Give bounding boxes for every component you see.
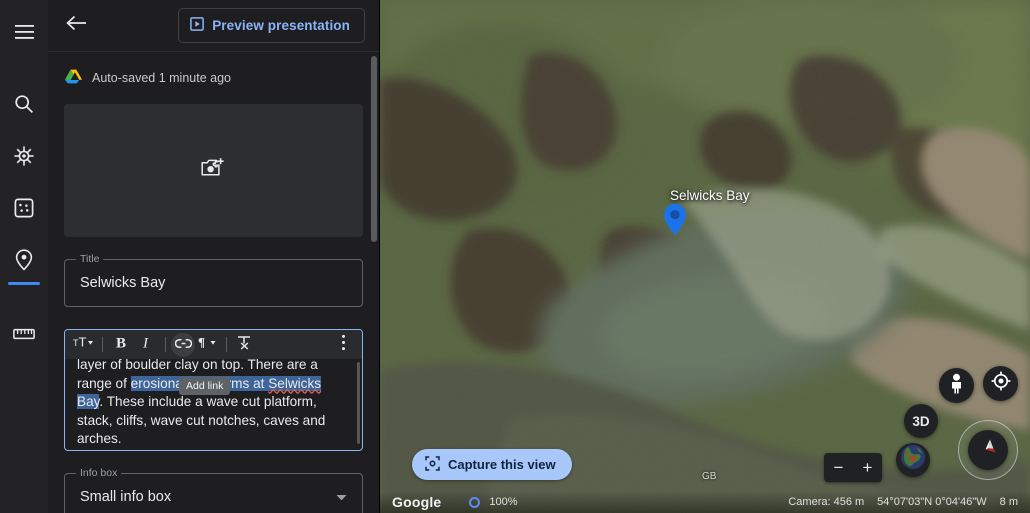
infobox-legend: Info box (76, 467, 121, 479)
compass-button[interactable] (968, 430, 1008, 470)
globe-icon (900, 444, 926, 476)
italic-button[interactable]: I (134, 333, 160, 356)
coordinates: 54°07'03"N 0°04'46"W (877, 496, 986, 508)
description-line-2-pre: range of (77, 376, 131, 391)
capture-this-view-label: Capture this view (448, 457, 556, 472)
sidebar-item-im-feeling-lucky[interactable] (4, 188, 44, 228)
map-pin-icon[interactable] (663, 203, 687, 241)
capture-this-view-button[interactable]: Capture this view (412, 449, 572, 480)
camera-altitude: Camera: 456 m (788, 496, 864, 508)
autosave-label: Auto-saved 1 minute ago (92, 71, 231, 85)
add-link-button[interactable] (171, 333, 195, 357)
add-photo-icon (201, 157, 227, 184)
back-arrow-icon (66, 15, 88, 36)
satellite-imagery (380, 0, 1030, 513)
svg-text:I: I (142, 335, 149, 350)
preview-presentation-label: Preview presentation (212, 18, 350, 33)
left-icon-rail (0, 0, 48, 513)
paragraph-icon: ¶ (198, 335, 218, 354)
pegman-icon (947, 373, 966, 399)
toolbar-separator (226, 337, 227, 352)
preview-presentation-button[interactable]: Preview presentation (178, 8, 365, 43)
back-button[interactable] (62, 11, 92, 41)
toolbar-separator (102, 337, 103, 352)
svg-text:¶: ¶ (198, 335, 205, 349)
panel-body: Auto-saved 1 minute ago Title Selwicks B… (48, 52, 379, 513)
google-logo: Google (392, 494, 441, 510)
toolbar-separator (165, 337, 166, 352)
italic-icon: I (140, 335, 154, 355)
panel-scrollbar[interactable] (371, 56, 377, 242)
sidebar-item-search[interactable] (4, 84, 44, 124)
title-field[interactable]: Title Selwicks Bay (64, 259, 363, 307)
autosave-status: Auto-saved 1 minute ago (64, 52, 363, 104)
ships-wheel-icon (13, 145, 35, 167)
sidebar-item-measure[interactable] (4, 314, 44, 354)
clear-formatting-icon (237, 335, 253, 355)
search-icon (14, 94, 34, 114)
map-viewport[interactable]: Selwicks Bay GB Capture this view − + (380, 0, 1030, 513)
infobox-value: Small info box (80, 489, 171, 505)
project-editor-panel: Preview presentation Auto-saved 1 minute… (48, 0, 380, 513)
elevation: 8 m (1000, 496, 1018, 508)
text-size-button[interactable]: T T (71, 333, 97, 356)
compass-icon (976, 436, 1000, 465)
hamburger-menu-icon (15, 25, 34, 39)
description-line-4: stack, cliffs, wave cut notches, caves a… (77, 412, 350, 430)
svg-text:T: T (79, 335, 87, 349)
media-placeholder[interactable] (64, 104, 363, 237)
zoom-controls: − + (824, 453, 882, 482)
infobox-select[interactable]: Info box Small info box (64, 473, 363, 513)
place-label: Selwicks Bay (670, 188, 750, 203)
map-status-bar: Google 100% Camera: 456 m 54°07'03"N 0°0… (380, 491, 1030, 513)
description-line-3-post: . These include a wave cut platform, (99, 394, 316, 409)
panel-header: Preview presentation (48, 0, 379, 52)
paragraph-style-button[interactable]: ¶ (195, 333, 221, 356)
text-size-icon: T T (73, 335, 95, 354)
ruler-icon (13, 328, 35, 340)
location-pin-icon (14, 249, 34, 271)
google-earth-projects-window: Preview presentation Auto-saved 1 minute… (0, 0, 1030, 513)
zoom-out-button[interactable]: − (824, 459, 853, 476)
more-options-button[interactable] (330, 333, 356, 356)
rich-text-toolbar: T T B (65, 330, 362, 359)
globe-button[interactable] (896, 443, 930, 477)
svg-text:B: B (116, 335, 126, 350)
dice-icon (14, 198, 34, 218)
description-line-3: Bay. These include a wave cut platform, (77, 393, 350, 411)
add-link-tooltip: Add link (179, 377, 230, 395)
link-icon (175, 336, 192, 354)
more-vertical-icon (341, 334, 346, 356)
sidebar-item-projects[interactable] (4, 240, 44, 280)
my-location-icon (991, 371, 1011, 396)
clear-formatting-button[interactable] (232, 333, 258, 356)
editor-scrollbar[interactable] (357, 362, 360, 444)
progress-label: 100% (489, 496, 517, 508)
country-label: GB (702, 471, 716, 482)
description-line-3-selected: Bay (77, 394, 99, 409)
sidebar-item-voyager[interactable] (4, 136, 44, 176)
my-location-button[interactable] (983, 366, 1018, 401)
zoom-in-button[interactable]: + (853, 459, 882, 476)
chevron-down-icon (336, 488, 347, 506)
progress-circle-icon (469, 497, 480, 508)
title-field-legend: Title (76, 253, 103, 265)
capture-frame-icon (425, 456, 440, 474)
google-drive-icon (65, 69, 82, 87)
toggle-3d-button[interactable]: 3D (904, 404, 938, 438)
title-field-value: Selwicks Bay (80, 275, 165, 291)
description-line-1: layer of boulder clay on top. There are … (77, 356, 350, 374)
description-line-5: arches. (77, 430, 350, 448)
play-box-icon (190, 17, 204, 34)
sidebar-item-menu[interactable] (4, 12, 44, 52)
pegman-button[interactable] (939, 368, 974, 403)
bold-icon: B (114, 335, 128, 355)
bold-button[interactable]: B (108, 333, 134, 356)
status-readout: Camera: 456 m 54°07'03"N 0°04'46"W 8 m (788, 496, 1018, 508)
description-rich-text-editor[interactable]: The geology of Flamborough is chalk with… (64, 329, 363, 451)
